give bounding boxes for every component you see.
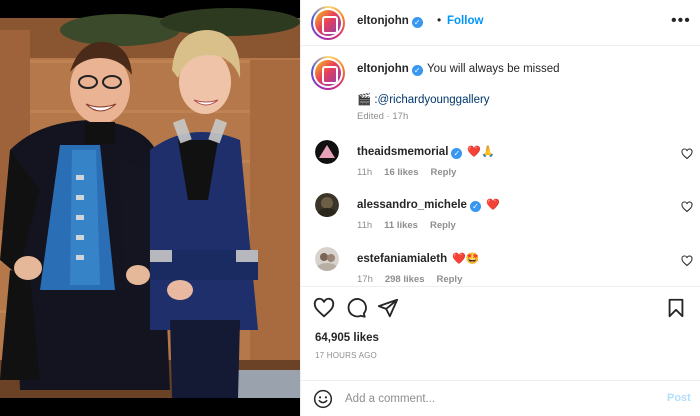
caption-avatar[interactable]: [311, 56, 345, 90]
reply-button[interactable]: Reply: [431, 167, 457, 178]
estefania-avatar-icon: [315, 247, 339, 271]
post-timestamp: 17 HOURS AGO: [315, 351, 377, 360]
emoji-smile-icon[interactable]: [313, 389, 333, 409]
avatar[interactable]: [311, 6, 345, 40]
post-author-username[interactable]: eltonjohn ✓: [357, 15, 423, 28]
photo-credit: 🎬:@richardyounggallery: [357, 92, 490, 106]
comment-author[interactable]: alessandro_michele ✓ ❤️: [357, 198, 500, 212]
comment-meta: 11h 16 likes Reply: [357, 167, 468, 178]
comment-avatar[interactable]: [315, 140, 339, 164]
add-comment-bar: Post: [301, 380, 700, 416]
comment-time: 11h: [357, 167, 373, 178]
comment-author[interactable]: estefaniamialeth ❤️🤩: [357, 252, 480, 265]
comment-like-heart-icon[interactable]: [681, 201, 693, 213]
comment-item: alessandro_michele ✓ ❤️ 11h 11 likes Reply: [301, 193, 700, 237]
comment-item: estefaniamialeth ❤️🤩 17h 298 likes Reply: [301, 247, 700, 291]
aids-memorial-avatar-icon: [315, 140, 339, 164]
caption-edited-time: Edited · 17h: [357, 111, 409, 122]
share-icon[interactable]: [377, 297, 399, 319]
avatar-image: [315, 10, 341, 36]
comment-username[interactable]: alessandro_michele: [357, 199, 467, 211]
credit-mention-link[interactable]: :@richardyounggallery: [374, 94, 489, 106]
comment-time: 17h: [357, 274, 373, 285]
comment-icon[interactable]: [345, 297, 367, 319]
caption-author-name[interactable]: eltonjohn: [357, 63, 409, 75]
reply-button[interactable]: Reply: [436, 274, 462, 285]
verified-badge-icon: ✓: [411, 17, 423, 28]
comment-likes[interactable]: 16 likes: [384, 167, 418, 178]
comment-text: ❤️: [485, 199, 500, 211]
post-photo[interactable]: [0, 0, 300, 416]
clapperboard-icon: 🎬: [357, 94, 372, 106]
verified-badge-icon: ✓: [469, 201, 481, 212]
caption-author[interactable]: eltonjohn ✓: [357, 63, 423, 76]
comment-like-heart-icon[interactable]: [681, 255, 693, 267]
photo-image: [0, 0, 300, 416]
comment-author[interactable]: theaidsmemorial ✓ ❤️🙏: [357, 145, 495, 159]
comment-likes[interactable]: 298 likes: [385, 274, 425, 285]
post-header: eltonjohn ✓ • Follow •••: [301, 0, 700, 46]
comment-item: theaidsmemorial ✓ ❤️🙏 11h 16 likes Reply: [301, 140, 700, 184]
comment-avatar[interactable]: [315, 247, 339, 271]
post-comment-button[interactable]: Post: [667, 392, 691, 404]
caption-text: You will always be missed: [427, 63, 560, 75]
reply-button[interactable]: Reply: [430, 220, 456, 231]
separator-dot: •: [437, 13, 442, 27]
alessandro-avatar-icon: [315, 193, 339, 217]
follow-button[interactable]: Follow: [447, 15, 483, 27]
comment-text: ❤️🙏: [467, 146, 495, 158]
heart-icon[interactable]: [313, 297, 335, 319]
comment-like-heart-icon[interactable]: [681, 148, 693, 160]
verified-badge-icon: ✓: [411, 65, 423, 76]
likes-count[interactable]: 64,905 likes: [315, 332, 379, 344]
avatar-image: [315, 60, 341, 86]
comment-username[interactable]: theaidsmemorial: [357, 146, 448, 158]
comment-meta: 11h 11 likes Reply: [357, 220, 468, 231]
comment-likes[interactable]: 11 likes: [384, 220, 418, 231]
instagram-post: eltonjohn ✓ • Follow ••• eltonjohn ✓ You w…: [0, 0, 700, 416]
comment-username[interactable]: estefaniamialeth: [357, 253, 447, 265]
verified-badge-icon: ✓: [451, 148, 463, 159]
post-author-name[interactable]: eltonjohn: [357, 15, 409, 27]
comment-avatar[interactable]: [315, 193, 339, 217]
comment-text: ❤️🤩: [452, 253, 480, 265]
more-options-icon[interactable]: •••: [671, 12, 691, 30]
bookmark-icon[interactable]: [665, 297, 687, 319]
comment-time: 11h: [357, 220, 373, 231]
comment-input[interactable]: [345, 389, 645, 409]
post-panel: eltonjohn ✓ • Follow ••• eltonjohn ✓ You w…: [300, 0, 700, 416]
comment-meta: 17h 298 likes Reply: [357, 274, 474, 285]
